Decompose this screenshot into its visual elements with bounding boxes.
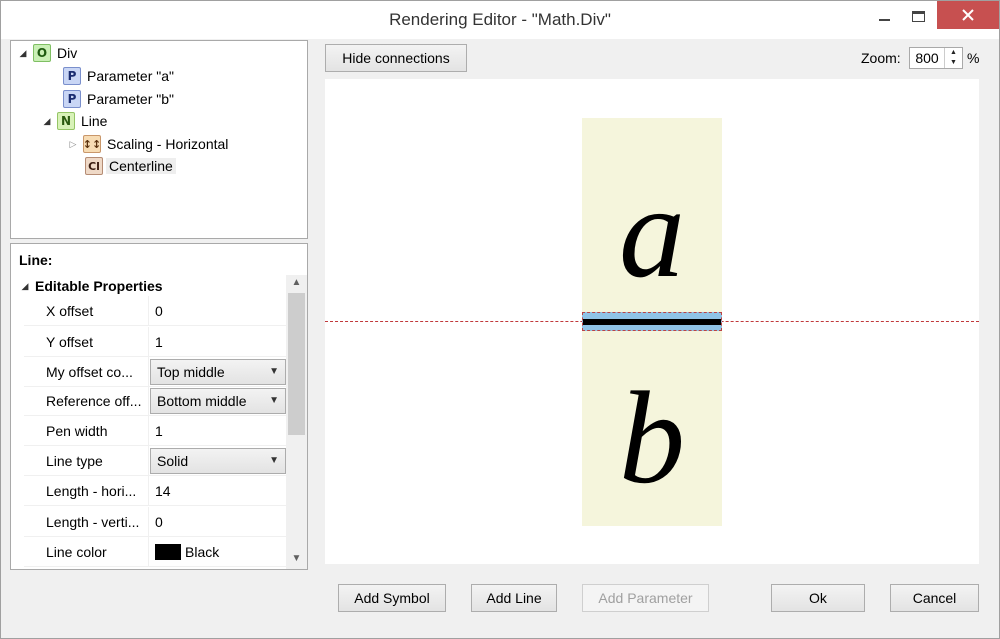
add-line-button[interactable]: Add Line <box>471 584 557 612</box>
denominator-symbol[interactable]: b <box>582 372 722 504</box>
property-row-length-vertical[interactable]: Length - verti... 0 <box>24 507 286 537</box>
color-name: Black <box>185 543 220 560</box>
rendering-canvas[interactable]: a b <box>325 79 979 564</box>
hide-connections-button[interactable]: Hide connections <box>325 44 467 72</box>
maximize-button[interactable] <box>903 1 933 31</box>
property-category[interactable]: ◢ Editable Properties <box>11 275 286 297</box>
rendering-editor-window: Rendering Editor - "Math.Div" ◢ O Div P … <box>0 0 1000 639</box>
zoom-input[interactable]: 800 <box>910 50 944 66</box>
tree-node-parameter-b[interactable]: P Parameter "b" <box>63 89 174 109</box>
property-name: Line type <box>24 446 149 475</box>
property-value-input[interactable]: 14 <box>149 476 171 505</box>
property-name: My offset co... <box>24 357 149 386</box>
tree-node-label: Line <box>81 113 108 129</box>
property-value-input[interactable]: 0 <box>149 296 163 325</box>
dropdown-value: Bottom middle <box>157 392 247 409</box>
property-grid-title: Line: <box>19 252 53 268</box>
property-row-line-color[interactable]: Line color Black <box>24 537 286 567</box>
window-title: Rendering Editor - "Math.Div" <box>389 10 611 29</box>
tree-node-label: Centerline <box>106 158 176 174</box>
add-symbol-button[interactable]: Add Symbol <box>338 584 446 612</box>
property-row-my-offset[interactable]: My offset co... Top middle ▼ <box>24 357 286 387</box>
property-value-input[interactable]: 1 <box>149 327 163 356</box>
collapse-triangle-icon[interactable]: ◢ <box>19 281 31 292</box>
line-color-picker[interactable]: Black <box>149 537 219 566</box>
scroll-up-icon[interactable]: ▲ <box>286 277 307 288</box>
minimize-button[interactable] <box>869 1 899 31</box>
chevron-down-icon: ▼ <box>269 366 279 377</box>
tree-node-line[interactable]: ◢ N Line <box>41 111 107 131</box>
structure-tree[interactable]: ◢ O Div P Parameter "a" P Parameter "b" … <box>10 40 308 239</box>
property-grid: Line: ◢ Editable Properties X offset 0 Y… <box>10 243 308 570</box>
spin-up-icon[interactable]: ▲ <box>945 48 962 58</box>
tree-node-label: Parameter "b" <box>87 91 174 107</box>
property-row-x-offset[interactable]: X offset 0 <box>24 296 286 326</box>
collapse-triangle-icon[interactable]: ◢ <box>17 48 29 59</box>
tree-node-label: Scaling - Horizontal <box>107 136 229 152</box>
numerator-symbol[interactable]: a <box>582 166 722 298</box>
parameter-icon: P <box>63 67 81 85</box>
centerline-icon: Cl <box>85 157 103 175</box>
zoom-label: Zoom: <box>861 50 901 66</box>
collapse-triangle-icon[interactable]: ◢ <box>41 116 53 127</box>
parameter-icon: P <box>63 90 81 108</box>
minimize-icon <box>878 19 890 21</box>
close-icon <box>962 9 974 21</box>
tree-node-label: Parameter "a" <box>87 68 174 84</box>
close-button[interactable] <box>937 1 999 29</box>
my-offset-dropdown[interactable]: Top middle ▼ <box>150 358 286 385</box>
line-type-dropdown[interactable]: Solid ▼ <box>150 447 286 474</box>
property-row-reference-offset[interactable]: Reference off... Bottom middle ▼ <box>24 386 286 416</box>
expand-triangle-icon[interactable]: ▷ <box>67 139 79 150</box>
reference-offset-dropdown[interactable]: Bottom middle ▼ <box>150 387 286 414</box>
scaling-icon: ↕↕ <box>83 135 101 153</box>
property-category-label: Editable Properties <box>35 278 163 294</box>
property-name: X offset <box>24 296 149 325</box>
property-name: Reference off... <box>24 386 149 415</box>
property-name: Line color <box>24 537 149 566</box>
color-swatch <box>155 543 181 560</box>
maximize-icon <box>911 10 925 22</box>
tree-node-label: Div <box>57 45 78 61</box>
property-scrollbar[interactable]: ▲ ▼ <box>286 275 307 569</box>
cancel-button[interactable]: Cancel <box>890 584 979 612</box>
property-name: Length - verti... <box>24 507 149 536</box>
property-row-y-offset[interactable]: Y offset 1 <box>24 327 286 357</box>
tree-node-centerline[interactable]: Cl Centerline <box>85 156 176 176</box>
centerline-bar <box>583 319 721 325</box>
ok-button[interactable]: Ok <box>771 584 865 612</box>
title-bar: Rendering Editor - "Math.Div" <box>1 1 999 39</box>
add-parameter-button[interactable]: Add Parameter <box>582 584 709 612</box>
dropdown-value: Top middle <box>157 363 225 380</box>
property-name: Y offset <box>24 327 149 356</box>
centerline-selection[interactable] <box>582 312 722 331</box>
tree-node-div[interactable]: ◢ O Div <box>17 43 77 63</box>
property-row-line-type[interactable]: Line type Solid ▼ <box>24 446 286 476</box>
object-icon: O <box>33 44 51 62</box>
zoom-stepper[interactable]: 800 ▲ ▼ <box>909 47 963 69</box>
property-value-input[interactable]: 0 <box>149 507 163 536</box>
chevron-down-icon: ▼ <box>269 455 279 466</box>
dropdown-value: Solid <box>157 452 189 469</box>
spin-down-icon[interactable]: ▼ <box>945 58 962 68</box>
scrollbar-thumb[interactable] <box>288 293 305 435</box>
property-name: Length - hori... <box>24 476 149 505</box>
node-icon: N <box>57 112 75 130</box>
property-name: Pen width <box>24 416 149 445</box>
zoom-unit: % <box>967 50 980 66</box>
scroll-down-icon[interactable]: ▼ <box>286 553 307 564</box>
property-row-pen-width[interactable]: Pen width 1 <box>24 416 286 446</box>
tree-node-parameter-a[interactable]: P Parameter "a" <box>63 66 174 86</box>
property-row-length-horizontal[interactable]: Length - hori... 14 <box>24 476 286 506</box>
property-value-input[interactable]: 1 <box>149 416 163 445</box>
zoom-spin[interactable]: ▲ ▼ <box>944 48 962 68</box>
chevron-down-icon: ▼ <box>269 395 279 406</box>
tree-node-scaling-horizontal[interactable]: ▷ ↕↕ Scaling - Horizontal <box>67 134 228 154</box>
